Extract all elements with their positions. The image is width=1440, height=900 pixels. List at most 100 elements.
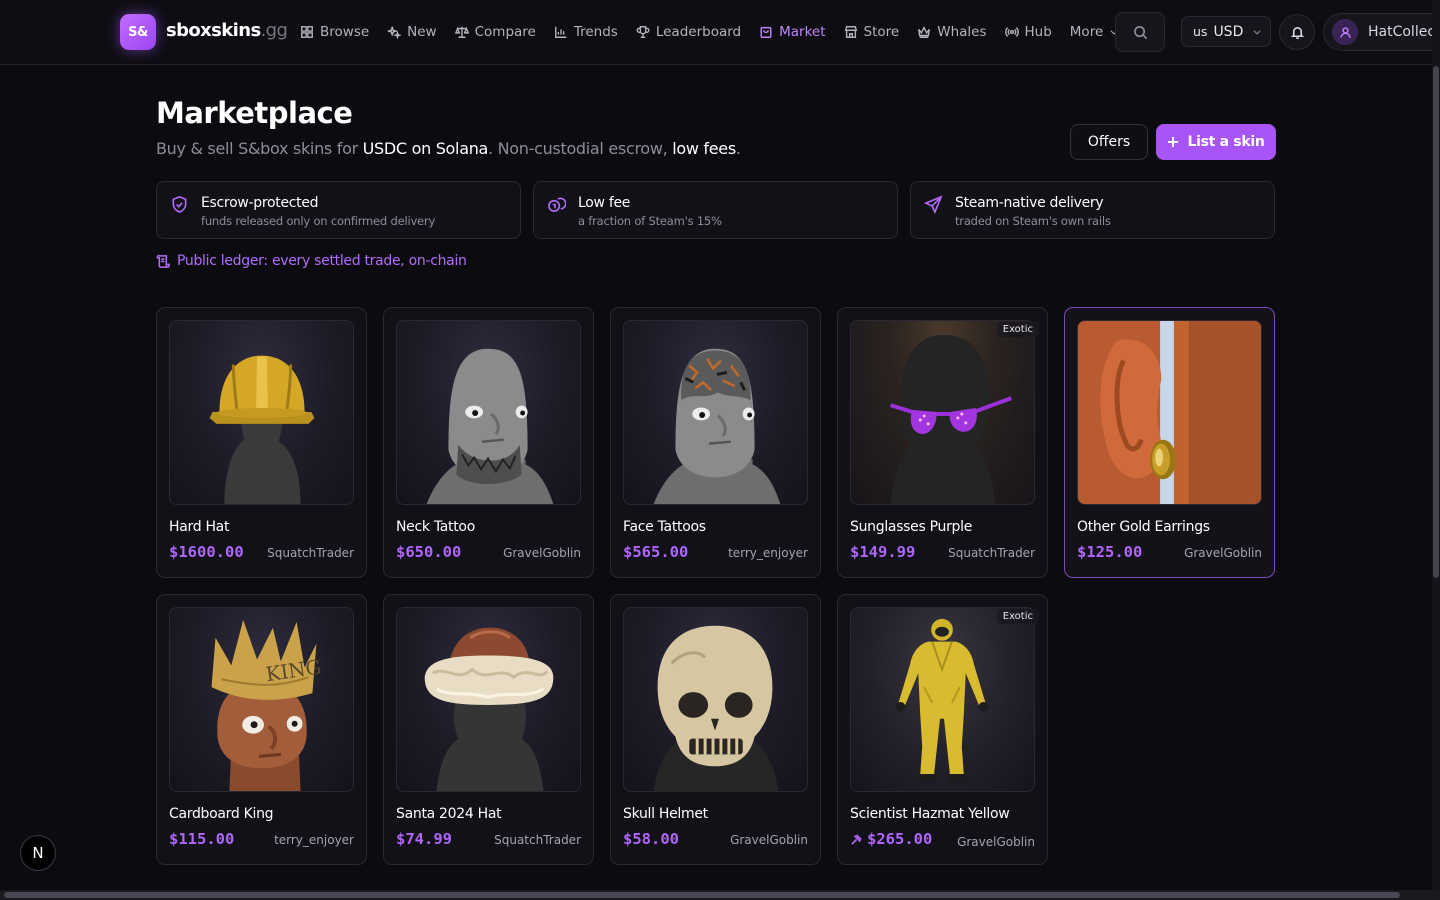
listing-card[interactable]: Other Gold Earrings $125.00 GravelGoblin (1064, 307, 1275, 578)
subtitle-part: . Non-custodial escrow, (488, 139, 673, 158)
notifications-button[interactable] (1279, 14, 1315, 50)
logo-text[interactable]: sboxskins.gg (166, 20, 288, 41)
nav-leaderboard[interactable]: Leaderboard (636, 24, 741, 40)
grid-icon (301, 26, 313, 38)
item-name: Face Tattoos (623, 519, 706, 535)
item-image (850, 320, 1035, 505)
item-name: Cardboard King (169, 806, 274, 822)
seller-name[interactable]: GravelGoblin (503, 546, 581, 560)
sparkles-icon (387, 26, 402, 39)
subtitle-part: Buy & sell S&box skins for (156, 139, 363, 158)
seller-name[interactable]: GravelGoblin (730, 833, 808, 847)
broadcast-icon (1004, 27, 1019, 37)
shopping-bag-icon (760, 26, 772, 38)
gavel-icon (851, 833, 862, 845)
trophy-icon (636, 26, 650, 38)
item-name: Other Gold Earrings (1077, 519, 1210, 535)
seller-name[interactable]: SquatchTrader (267, 546, 354, 560)
listing-card[interactable]: Skull Helmet $58.00 GravelGoblin (610, 594, 821, 865)
listing-card[interactable]: Face Tattoos $565.00 terry_enjoyer (610, 307, 821, 578)
listing-card[interactable]: Exotic Scientist Hazmat Yellow $265.00 G… (837, 594, 1048, 865)
listing-card[interactable]: Santa 2024 Hat $74.99 SquatchTrader (383, 594, 594, 865)
search-icon (1133, 25, 1147, 39)
nav-store[interactable]: Store (844, 24, 899, 40)
list-skin-button[interactable]: List a skin (1156, 124, 1276, 160)
price-value: $125.00 (1077, 543, 1143, 561)
shield-check-icon (170, 195, 190, 215)
item-name: Scientist Hazmat Yellow (850, 806, 1010, 822)
feature-subtitle: a fraction of Steam's 15% (578, 214, 722, 228)
bell-icon (1290, 26, 1304, 39)
user-name: HatCollector (1368, 24, 1440, 40)
item-name: Skull Helmet (623, 806, 708, 822)
user-menu[interactable]: HatCollector (1323, 13, 1440, 51)
scrollbar-thumb[interactable] (1433, 66, 1439, 578)
nav-leaderboard-label: Leaderboard (655, 24, 742, 40)
scrollbar-thumb[interactable] (4, 892, 1400, 898)
nav-new[interactable]: New (387, 24, 437, 40)
item-image (396, 607, 581, 792)
feature-low-fee: Low fee a fraction of Steam's 15% (533, 181, 898, 239)
nav-whales-label: Whales (937, 24, 987, 40)
nav-compare[interactable]: Compare (454, 24, 536, 40)
exotic-badge: Exotic (996, 609, 1039, 624)
seller-name[interactable]: GravelGoblin (957, 835, 1035, 849)
nav-browse[interactable]: Browse (300, 24, 369, 40)
seller-name[interactable]: SquatchTrader (948, 546, 1035, 560)
nav-market-label: Market (779, 24, 826, 40)
exotic-badge: Exotic (996, 322, 1039, 337)
public-ledger-link[interactable]: Public ledger: every settled trade, on-c… (156, 253, 467, 269)
item-image (1077, 320, 1262, 505)
price-value: $1600.00 (169, 543, 244, 561)
listing-card[interactable]: Neck Tattoo $650.00 GravelGoblin (383, 307, 594, 578)
currency-select[interactable]: us USD (1181, 16, 1271, 47)
nav-hub-label: Hub (1024, 24, 1052, 40)
crown-icon (918, 26, 931, 38)
nav-market[interactable]: Market (759, 24, 826, 40)
horizontal-scrollbar[interactable] (0, 890, 1440, 900)
flag-us-icon: us (1193, 24, 1208, 39)
subtitle-highlight: low fees (672, 139, 736, 158)
item-price: $265.00 (850, 830, 932, 848)
feature-title: Escrow-protected (201, 195, 319, 211)
list-skin-label: List a skin (1187, 134, 1265, 150)
chevron-down-icon (1253, 29, 1261, 35)
nav-links: Browse New Compare Trends Leaderboard Ma… (300, 0, 1137, 64)
user-icon (1339, 26, 1351, 38)
logo-badge[interactable]: S& (120, 14, 156, 50)
listing-card[interactable]: KING Cardboard King $115.00 terry_enjoye… (156, 594, 367, 865)
item-price: $58.00 (623, 830, 679, 848)
listing-card[interactable]: Hard Hat $1600.00 SquatchTrader (156, 307, 367, 578)
item-price: $650.00 (396, 543, 461, 561)
item-image (623, 320, 808, 505)
nav-whales[interactable]: Whales (917, 24, 987, 40)
nav-more[interactable]: More (1070, 24, 1119, 40)
dev-tools-badge[interactable]: N (20, 835, 56, 871)
item-price: $125.00 (1077, 543, 1142, 561)
feature-steam-delivery: Steam-native delivery traded on Steam's … (910, 181, 1275, 239)
listing-card[interactable]: Exotic Sunglasses Purple $149.99 Squatch… (837, 307, 1048, 578)
public-ledger-label: Public ledger: every settled trade, on-c… (177, 253, 467, 269)
seller-name[interactable]: terry_enjoyer (728, 546, 808, 560)
seller-name[interactable]: SquatchTrader (494, 833, 581, 847)
nav-compare-label: Compare (474, 24, 536, 40)
vertical-scrollbar[interactable] (1432, 0, 1440, 890)
nav-trends[interactable]: Trends (554, 24, 618, 40)
brand-tld: .gg (260, 20, 288, 41)
bar-chart-icon (554, 26, 567, 38)
feature-escrow: Escrow-protected funds released only on … (156, 181, 521, 239)
offers-button[interactable]: Offers (1070, 124, 1148, 160)
nav-browse-label: Browse (320, 24, 370, 40)
seller-name[interactable]: GravelGoblin (1184, 546, 1262, 560)
search-button[interactable] (1115, 12, 1165, 52)
item-name: Santa 2024 Hat (396, 806, 502, 822)
item-price: $565.00 (623, 543, 688, 561)
nav-hub[interactable]: Hub (1004, 24, 1052, 40)
item-name: Hard Hat (169, 519, 230, 535)
item-image: KING (169, 607, 354, 792)
seller-name[interactable]: terry_enjoyer (274, 833, 354, 847)
price-value: $74.99 (396, 830, 452, 848)
scroll-icon (156, 254, 170, 268)
store-icon (844, 26, 857, 38)
price-value: $149.99 (850, 543, 916, 561)
